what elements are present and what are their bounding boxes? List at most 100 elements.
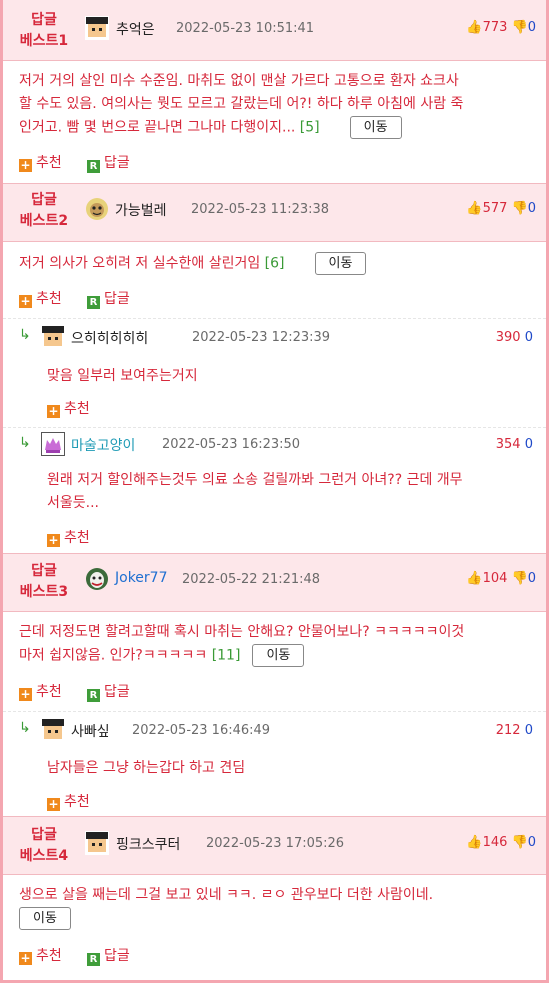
reply-r-icon: R xyxy=(87,953,100,966)
reply-body: 원래 저거 할인해주는것두 의료 소송 걸릴까봐 그런거 아녀?? 근데 개무 … xyxy=(47,472,463,511)
best-badge: 답글 베스트3 xyxy=(19,563,69,600)
thumbs-up-icon[interactable]: 👍 xyxy=(466,201,482,216)
avatar[interactable] xyxy=(85,831,109,855)
downvote-count: 0 xyxy=(527,571,536,586)
author-name[interactable]: 가능벌레 xyxy=(115,200,167,220)
move-button[interactable]: 이동 xyxy=(252,644,305,667)
recommend-button[interactable]: + 추천 xyxy=(47,398,90,418)
comment-body: 근데 저정도면 할려고할때 혹시 마취는 안해요? 안물어보나? ㅋㅋㅋㅋㅋ이것… xyxy=(19,621,539,668)
thumbs-down-icon[interactable]: 👎 xyxy=(512,201,528,216)
reply-count: [5] xyxy=(299,119,320,136)
comment-date: 2022-05-23 16:23:50 xyxy=(162,437,301,452)
reply-r-icon: R xyxy=(87,296,100,309)
avatar[interactable] xyxy=(41,718,65,742)
comment-header: 답글 베스트2 가능벌레 2022-05-23 11:23:38 👍577 👎0 xyxy=(3,183,546,242)
move-button[interactable]: 이동 xyxy=(19,907,71,930)
vote-counts: 354 0 xyxy=(496,437,533,452)
divider xyxy=(3,318,546,319)
reply-button[interactable]: R 답글 xyxy=(87,945,130,966)
upvote-count: 146 xyxy=(482,835,508,850)
comment-body: 저거 의사가 오히려 저 실수한애 살린거임 [6] 이동 xyxy=(19,252,534,276)
plus-icon: + xyxy=(47,533,60,547)
reply-arrow-icon: ↳ xyxy=(19,435,31,451)
best-badge: 답글 베스트4 xyxy=(19,827,69,864)
downvote-count: 0 xyxy=(527,20,536,35)
plus-icon: + xyxy=(19,294,32,308)
upvote-count: 577 xyxy=(482,201,508,216)
avatar[interactable] xyxy=(85,567,109,591)
vote-counts: 👍104 👎0 xyxy=(466,571,536,586)
plus-icon: + xyxy=(47,404,60,418)
avatar[interactable] xyxy=(41,432,65,456)
recommend-button[interactable]: + 추천 xyxy=(47,527,90,547)
author-name[interactable]: 으히히히히히 xyxy=(71,328,148,348)
upvote-count: 354 xyxy=(495,437,521,452)
thumbs-up-icon[interactable]: 👍 xyxy=(466,571,482,586)
downvote-count: 0 xyxy=(527,835,536,850)
author-name[interactable]: 추억은 xyxy=(116,19,155,39)
comment-list: 답글 베스트1 추억은 2022-05-23 10:51:41 👍773 👎0 … xyxy=(0,0,549,983)
upvote-count: 390 xyxy=(495,330,521,345)
thumbs-down-icon[interactable]: 👎 xyxy=(512,835,528,850)
upvote-count: 104 xyxy=(482,571,508,586)
comment-header: 답글 베스트1 추억은 2022-05-23 10:51:41 👍773 👎0 xyxy=(3,0,546,61)
plus-icon: + xyxy=(19,158,32,172)
reply-count: [11] xyxy=(211,647,241,664)
downvote-count: 0 xyxy=(524,437,533,452)
reply-button[interactable]: R 답글 xyxy=(87,152,130,173)
vote-counts: 👍773 👎0 xyxy=(466,20,536,35)
recommend-button[interactable]: + 추천 xyxy=(19,288,62,308)
best-badge: 답글 베스트2 xyxy=(19,192,69,229)
vote-counts: 👍146 👎0 xyxy=(466,835,536,850)
comment-date: 2022-05-22 21:21:48 xyxy=(182,572,321,587)
author-name[interactable]: 마술고양이 xyxy=(71,435,135,455)
author-name[interactable]: 사빠싶 xyxy=(71,721,110,741)
comment-date: 2022-05-23 16:46:49 xyxy=(132,723,271,738)
author-name[interactable]: 핑크스쿠터 xyxy=(116,834,180,854)
best-badge: 답글 베스트1 xyxy=(19,12,69,49)
reply-arrow-icon: ↳ xyxy=(19,327,31,343)
plus-icon: + xyxy=(19,951,32,965)
recommend-button[interactable]: + 추천 xyxy=(19,152,62,172)
avatar[interactable] xyxy=(41,325,65,349)
comment-body: 저거 거의 살인 미수 수준임. 마취도 없이 맨살 가르다 고통으로 환자 쇼… xyxy=(19,70,534,140)
vote-counts: 212 0 xyxy=(496,723,533,738)
downvote-count: 0 xyxy=(524,330,533,345)
reply-r-icon: R xyxy=(87,689,100,702)
reply-count: [6] xyxy=(264,255,285,272)
plus-icon: + xyxy=(47,797,60,811)
avatar[interactable] xyxy=(85,16,109,40)
recommend-button[interactable]: + 추천 xyxy=(47,791,90,811)
thumbs-up-icon[interactable]: 👍 xyxy=(466,835,482,850)
recommend-button[interactable]: + 추천 xyxy=(19,945,62,965)
comment-date: 2022-05-23 10:51:41 xyxy=(176,21,315,36)
divider xyxy=(3,427,546,428)
reply-button[interactable]: R 답글 xyxy=(87,288,130,309)
comment-date: 2022-05-23 12:23:39 xyxy=(192,330,331,345)
vote-counts: 390 0 xyxy=(496,330,533,345)
downvote-count: 0 xyxy=(524,723,533,738)
comment-body: 생으로 살을 째는데 그걸 보고 있네 ㅋㅋ. ㄹㅇ 관우보다 더한 사람이네.… xyxy=(19,884,539,931)
thumbs-down-icon[interactable]: 👎 xyxy=(512,571,528,586)
avatar[interactable] xyxy=(85,197,109,221)
comment-date: 2022-05-23 17:05:26 xyxy=(206,836,345,851)
reply-arrow-icon: ↳ xyxy=(19,720,31,736)
downvote-count: 0 xyxy=(527,201,536,216)
author-name[interactable]: Joker77 xyxy=(115,570,168,586)
upvote-count: 212 xyxy=(495,723,521,738)
reply-body: 남자들은 그냥 하는갑다 하고 견딤 xyxy=(47,760,246,776)
recommend-button[interactable]: + 추천 xyxy=(19,681,62,701)
thumbs-down-icon[interactable]: 👎 xyxy=(512,20,528,35)
move-button[interactable]: 이동 xyxy=(314,252,367,275)
reply-button[interactable]: R 답글 xyxy=(87,681,130,702)
move-button[interactable]: 이동 xyxy=(349,116,402,139)
comment-header: 답글 베스트3 Joker77 2022-05-22 21:21:48 👍104… xyxy=(3,553,546,612)
reply-r-icon: R xyxy=(87,160,100,173)
divider xyxy=(3,711,546,712)
comment-header: 답글 베스트4 핑크스쿠터 2022-05-23 17:05:26 👍146 👎… xyxy=(3,816,546,875)
plus-icon: + xyxy=(19,687,32,701)
reply-body: 맞음 일부러 보여주는거지 xyxy=(47,368,198,384)
vote-counts: 👍577 👎0 xyxy=(466,201,536,216)
upvote-count: 773 xyxy=(482,20,508,35)
thumbs-up-icon[interactable]: 👍 xyxy=(466,20,482,35)
